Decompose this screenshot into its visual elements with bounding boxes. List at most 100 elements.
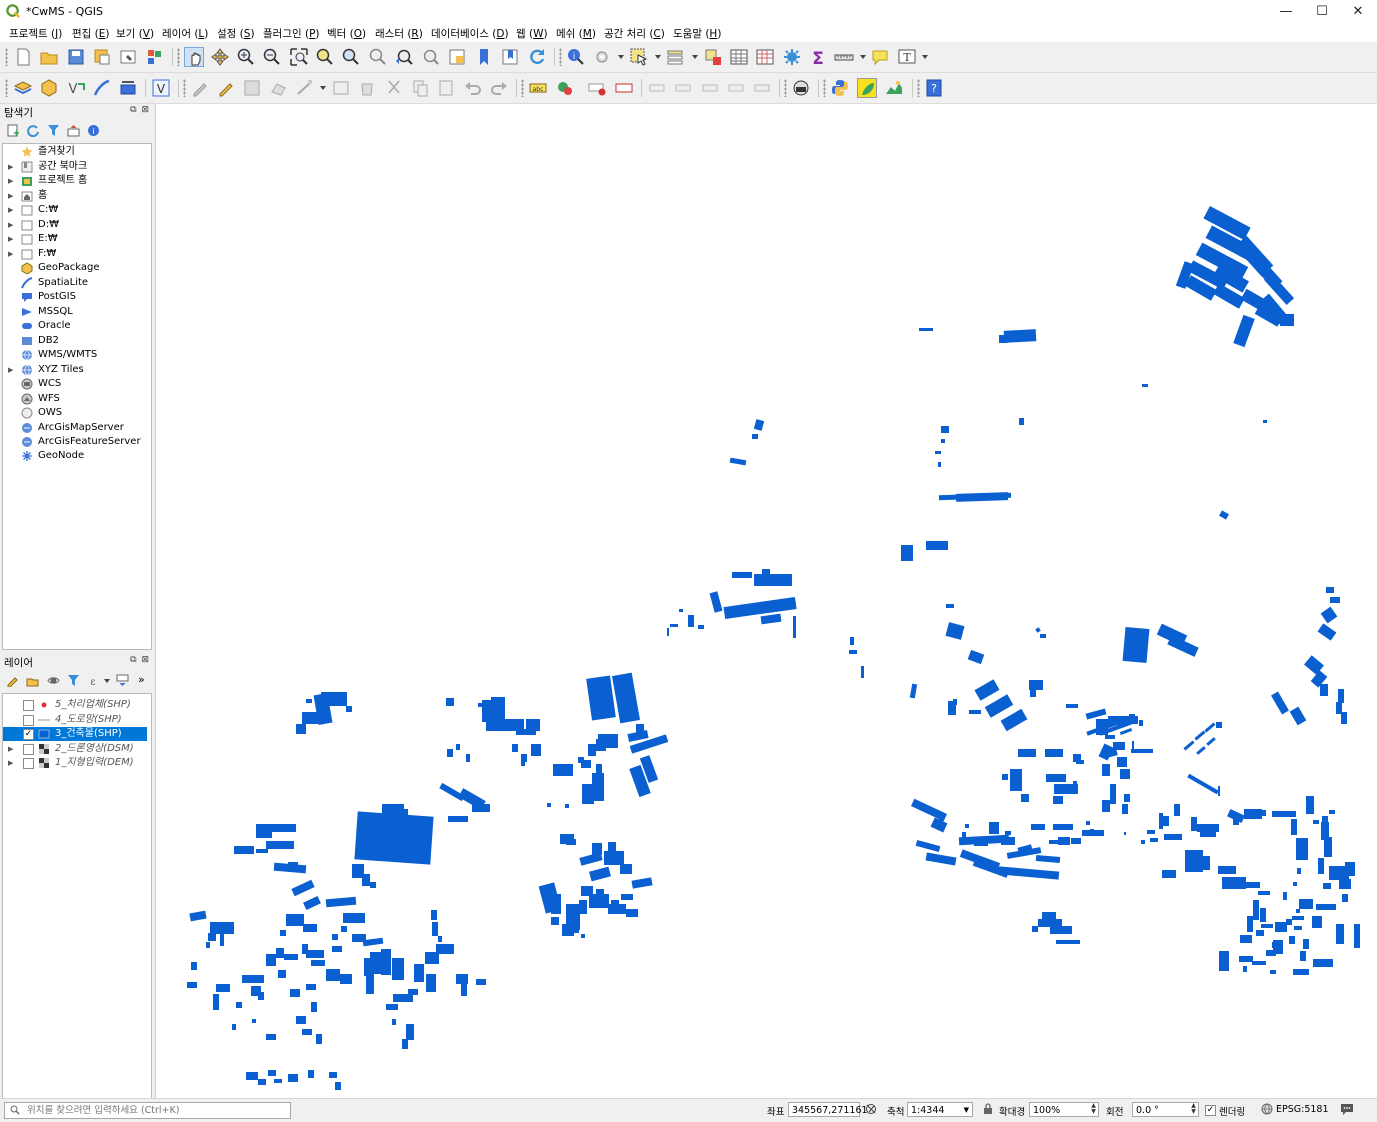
building-polygon[interactable] bbox=[553, 764, 573, 776]
building-polygon[interactable] bbox=[974, 840, 988, 846]
save-project-icon[interactable] bbox=[66, 47, 86, 67]
building-polygon[interactable] bbox=[1313, 820, 1319, 824]
building-polygon[interactable] bbox=[1324, 837, 1332, 857]
building-polygon[interactable] bbox=[1035, 627, 1041, 633]
locator-search-input[interactable]: 위치를 찾으려면 입력하세요 (Ctrl+K) bbox=[4, 1102, 291, 1119]
building-polygon[interactable] bbox=[288, 862, 298, 868]
building-polygon[interactable] bbox=[1218, 866, 1236, 874]
building-polygon[interactable] bbox=[901, 545, 913, 561]
building-polygon[interactable] bbox=[1293, 969, 1309, 975]
gps-plugin-icon[interactable] bbox=[791, 78, 811, 98]
new-temp-layer-icon[interactable] bbox=[118, 78, 138, 98]
current-edits-icon[interactable] bbox=[190, 78, 210, 98]
building-polygon[interactable] bbox=[974, 679, 1000, 701]
building-polygon[interactable] bbox=[939, 816, 943, 826]
browser-item[interactable]: 즐겨찾기 bbox=[3, 145, 149, 159]
building-polygon[interactable] bbox=[302, 712, 320, 724]
building-polygon[interactable] bbox=[1085, 708, 1107, 720]
building-polygon[interactable] bbox=[1183, 740, 1195, 751]
building-polygon[interactable] bbox=[850, 637, 854, 645]
building-polygon[interactable] bbox=[1035, 854, 1061, 864]
browser-item[interactable]: ▶ 홈 bbox=[3, 189, 149, 203]
building-polygon[interactable] bbox=[965, 824, 969, 828]
expand-arrow-icon[interactable]: ▶ bbox=[8, 160, 13, 174]
building-polygon[interactable] bbox=[456, 974, 468, 984]
building-polygon[interactable] bbox=[1002, 774, 1008, 780]
building-polygon[interactable] bbox=[1198, 856, 1210, 870]
building-polygon[interactable] bbox=[596, 764, 602, 774]
building-polygon[interactable] bbox=[589, 894, 609, 908]
layer-row[interactable]: 5_처리업체(SHP) bbox=[3, 698, 147, 712]
move-diagram-icon[interactable] bbox=[726, 78, 746, 98]
building-polygon[interactable] bbox=[1174, 804, 1180, 816]
browser-item[interactable]: ▶ 프로젝트 홈 bbox=[3, 174, 149, 188]
building-polygon[interactable] bbox=[1147, 830, 1155, 834]
layer-row[interactable]: ▶ 2_드론영상(DSM) bbox=[3, 742, 147, 756]
layer-row[interactable]: ✓ 3_건축물(SHP) bbox=[3, 727, 147, 741]
new-spatialite-layer-icon[interactable] bbox=[92, 78, 112, 98]
building-polygon[interactable] bbox=[268, 1070, 276, 1076]
filter-by-expression-icon[interactable]: ε bbox=[87, 674, 100, 687]
building-polygon[interactable] bbox=[1053, 796, 1063, 804]
building-polygon[interactable] bbox=[1046, 774, 1066, 782]
building-polygon[interactable] bbox=[709, 591, 723, 613]
crs-globe-icon[interactable] bbox=[1261, 1103, 1273, 1115]
building-polygon[interactable] bbox=[573, 929, 579, 933]
move-label-icon[interactable] bbox=[647, 78, 667, 98]
building-polygon[interactable] bbox=[448, 816, 468, 822]
building-polygon[interactable] bbox=[1120, 769, 1130, 779]
building-polygon[interactable] bbox=[446, 698, 454, 706]
building-polygon[interactable] bbox=[1275, 922, 1287, 932]
select-by-value-icon[interactable] bbox=[666, 47, 686, 67]
building-polygon[interactable] bbox=[1260, 908, 1266, 922]
building-polygon[interactable] bbox=[1263, 420, 1267, 423]
zoom-native-icon[interactable] bbox=[368, 47, 388, 67]
building-polygon[interactable] bbox=[274, 1079, 282, 1083]
building-polygon[interactable] bbox=[280, 930, 286, 936]
building-polygon[interactable] bbox=[1031, 824, 1045, 830]
print-layout-icon[interactable] bbox=[118, 47, 138, 67]
building-polygon[interactable] bbox=[1040, 634, 1046, 638]
pin-labels-icon[interactable] bbox=[587, 78, 607, 98]
building-polygon[interactable] bbox=[1339, 879, 1351, 889]
building-polygon[interactable] bbox=[1102, 800, 1110, 812]
building-polygon[interactable] bbox=[288, 1074, 298, 1082]
building-polygon[interactable] bbox=[941, 439, 945, 443]
label-toolbar-icon[interactable]: abc bbox=[528, 78, 548, 98]
virtual-layer-icon[interactable]: V bbox=[151, 78, 171, 98]
building-polygon[interactable] bbox=[392, 958, 404, 980]
building-polygon[interactable] bbox=[1318, 858, 1324, 874]
building-polygon[interactable] bbox=[1000, 708, 1028, 732]
building-polygon[interactable] bbox=[1261, 924, 1273, 928]
browser-item[interactable]: MSSQL bbox=[3, 305, 149, 319]
building-polygon[interactable] bbox=[1271, 691, 1289, 715]
building-polygon[interactable] bbox=[1280, 314, 1294, 326]
building-polygon[interactable] bbox=[1238, 882, 1260, 888]
building-polygon[interactable] bbox=[586, 675, 616, 721]
save-as-icon[interactable] bbox=[92, 47, 112, 67]
menu-mesh[interactable]: 메쉬 (M) bbox=[556, 26, 596, 41]
building-polygon[interactable] bbox=[1131, 749, 1153, 753]
building-polygon[interactable] bbox=[938, 462, 941, 467]
building-polygon[interactable] bbox=[1204, 722, 1216, 733]
building-polygon[interactable] bbox=[266, 954, 276, 966]
building-polygon[interactable] bbox=[187, 982, 197, 988]
building-polygon[interactable] bbox=[1018, 749, 1036, 757]
building-polygon[interactable] bbox=[1291, 819, 1297, 835]
building-polygon[interactable] bbox=[1329, 810, 1335, 814]
building-polygon[interactable] bbox=[579, 900, 587, 914]
building-polygon[interactable] bbox=[566, 839, 576, 845]
building-polygon[interactable] bbox=[969, 710, 981, 714]
statistics-icon[interactable]: Σ bbox=[808, 47, 828, 67]
menu-project[interactable]: 프로젝트 (J) bbox=[9, 26, 62, 41]
expand-arrow-icon[interactable]: ▶ bbox=[8, 174, 13, 188]
building-polygon[interactable] bbox=[621, 894, 633, 900]
map-canvas[interactable] bbox=[155, 104, 1377, 1098]
building-polygon[interactable] bbox=[565, 804, 569, 808]
magnifier-spinbox[interactable]: 100% ▲ ▼ bbox=[1029, 1102, 1099, 1117]
building-polygon[interactable] bbox=[329, 1072, 337, 1078]
building-polygon[interactable] bbox=[1066, 704, 1078, 708]
building-polygon[interactable] bbox=[1005, 831, 1011, 835]
building-polygon[interactable] bbox=[402, 1039, 408, 1049]
building-polygon[interactable] bbox=[472, 804, 490, 812]
